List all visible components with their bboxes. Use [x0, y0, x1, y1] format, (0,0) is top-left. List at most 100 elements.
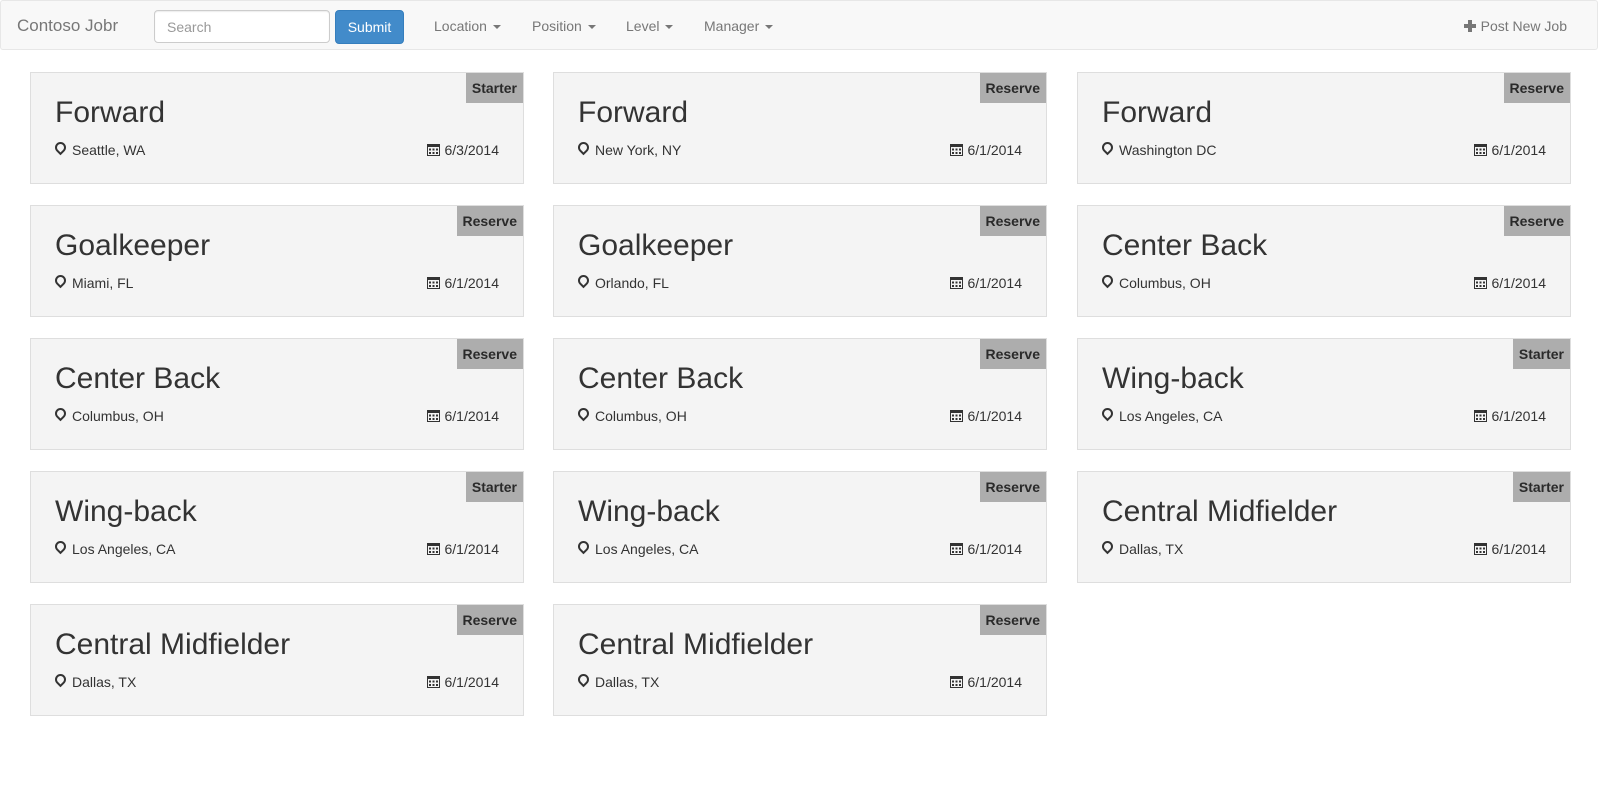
map-marker-icon [1102, 275, 1113, 290]
job-location: Los Angeles, CA [1102, 408, 1223, 424]
calendar-icon [1473, 410, 1487, 422]
level-badge: Reserve [456, 605, 523, 635]
job-card[interactable]: Starter Central Midfielder Dallas, TX 6/1/2… [1077, 471, 1571, 583]
calendar-icon [426, 410, 440, 422]
level-badge: Reserve [979, 605, 1046, 635]
job-location: Dallas, TX [578, 674, 659, 690]
job-location: Los Angeles, CA [55, 541, 176, 557]
job-date: 6/3/2014 [426, 142, 500, 158]
level-dropdown[interactable]: Level [626, 18, 674, 34]
calendar-icon [426, 277, 440, 289]
caret-down-icon [492, 25, 501, 30]
job-location-text: Miami, FL [72, 275, 134, 291]
plus-icon [1463, 20, 1476, 32]
calendar-icon [949, 543, 963, 555]
map-marker-icon [578, 408, 589, 423]
job-title: Center Back [578, 362, 744, 395]
calendar-icon [949, 676, 963, 688]
job-card[interactable]: Reserve Goalkeeper Miami, FL 6/1/2014 [30, 205, 524, 317]
job-date-text: 6/1/2014 [1491, 541, 1547, 557]
job-date: 6/1/2014 [1473, 275, 1546, 291]
search-input[interactable] [154, 10, 330, 43]
job-location: Columbus, OH [55, 408, 164, 424]
calendar-icon [949, 277, 963, 289]
job-location-text: Los Angeles, CA [72, 541, 176, 557]
map-marker-icon [55, 674, 66, 689]
job-title: Central Midfielder [1102, 495, 1338, 528]
job-location: New York, NY [578, 142, 681, 158]
map-marker-icon [578, 275, 589, 290]
calendar-icon [1473, 277, 1487, 289]
job-date-text: 6/1/2014 [1491, 408, 1547, 424]
position-dropdown[interactable]: Position [532, 18, 596, 34]
level-badge: Reserve [456, 339, 523, 369]
job-location: Seattle, WA [55, 142, 145, 158]
job-card[interactable]: Starter Wing-back Los Angeles, CA 6/1/2014 [1077, 338, 1571, 450]
map-marker-icon [55, 142, 66, 157]
post-new-job-link[interactable]: Post New Job [1463, 18, 1567, 34]
job-date: 6/1/2014 [949, 408, 1023, 424]
job-date-text: 6/1/2014 [967, 674, 1023, 690]
map-marker-icon [578, 541, 589, 556]
job-card[interactable]: Starter Forward Seattle, WA 6/3/2014 [30, 72, 524, 184]
job-date: 6/1/2014 [426, 275, 500, 291]
job-location-text: Columbus, OH [72, 408, 164, 424]
level-badge: Reserve [979, 73, 1046, 103]
job-title: Central Midfielder [55, 628, 291, 661]
job-date: 6/1/2014 [949, 142, 1023, 158]
job-card[interactable]: Reserve Forward Washington DC 6/1/2014 [1077, 72, 1571, 184]
job-date: 6/1/2014 [426, 408, 500, 424]
job-card[interactable]: Reserve Center Back Columbus, OH 6/1/2014 [1077, 205, 1571, 317]
job-card[interactable]: Reserve Goalkeeper Orlando, FL 6/1/2014 [553, 205, 1047, 317]
calendar-icon [949, 144, 963, 156]
manager-dropdown[interactable]: Manager [704, 18, 774, 34]
job-title: Wing-back [1102, 362, 1244, 395]
calendar-icon [426, 543, 440, 555]
job-location-text: New York, NY [595, 142, 682, 158]
job-date: 6/1/2014 [426, 674, 499, 690]
job-date-text: 6/1/2014 [1491, 142, 1547, 158]
calendar-icon [426, 144, 440, 156]
level-badge: Reserve [1503, 206, 1570, 236]
location-dropdown[interactable]: Location [434, 18, 501, 34]
location-dropdown-label: Location [434, 18, 487, 34]
map-marker-icon [1102, 541, 1113, 556]
job-card[interactable]: Reserve Wing-back Los Angeles, CA 6/1/2014 [553, 471, 1047, 583]
level-badge: Reserve [1503, 73, 1570, 103]
map-marker-icon [1102, 408, 1113, 423]
level-badge: Starter [465, 73, 523, 103]
job-card[interactable]: Reserve Central Midfielder Dallas, TX 6/1/2… [553, 604, 1047, 716]
job-title: Wing-back [578, 495, 720, 528]
job-date-text: 6/3/2014 [444, 142, 500, 158]
calendar-icon [1473, 543, 1487, 555]
job-date: 6/1/2014 [949, 275, 1022, 291]
job-location-text: Columbus, OH [595, 408, 687, 424]
job-date-text: 6/1/2014 [444, 541, 500, 557]
job-card[interactable]: Reserve Center Back Columbus, OH 6/1/2014 [553, 338, 1047, 450]
job-date-text: 6/1/2014 [444, 408, 500, 424]
calendar-icon [426, 676, 440, 688]
level-badge: Reserve [979, 472, 1046, 502]
job-title: Goalkeeper [55, 229, 211, 262]
job-date-text: 6/1/2014 [967, 142, 1023, 158]
job-date: 6/1/2014 [949, 674, 1023, 690]
job-card[interactable]: Starter Wing-back Los Angeles, CA 6/1/2014 [30, 471, 524, 583]
caret-down-icon [587, 25, 596, 30]
job-card[interactable]: Reserve Forward New York, NY 6/1/2014 [553, 72, 1047, 184]
job-title: Center Back [55, 362, 221, 395]
job-card[interactable]: Reserve Center Back Columbus, OH 6/1/2014 [30, 338, 524, 450]
brand-link[interactable]: Contoso Jobr [17, 16, 118, 36]
level-dropdown-label: Level [626, 18, 660, 34]
submit-button[interactable]: Submit [335, 10, 404, 44]
job-date-text: 6/1/2014 [967, 541, 1023, 557]
job-date-text: 6/1/2014 [444, 275, 500, 291]
job-title: Forward [55, 96, 166, 129]
job-location-text: Seattle, WA [72, 142, 146, 158]
job-date: 6/1/2014 [949, 541, 1023, 557]
job-location: Miami, FL [55, 275, 133, 291]
job-location: Columbus, OH [578, 408, 687, 424]
job-card[interactable]: Reserve Central Midfielder Dallas, TX 6/1/2… [30, 604, 524, 716]
level-badge: Starter [465, 472, 523, 502]
caret-down-icon [765, 25, 774, 30]
job-date-text: 6/1/2014 [967, 408, 1023, 424]
